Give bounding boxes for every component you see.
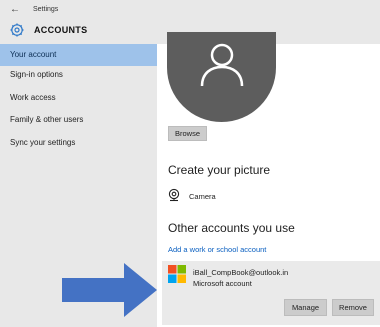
account-email: iBall_CompBook@outlook.in	[193, 268, 289, 277]
browse-button[interactable]: Browse	[168, 126, 207, 141]
sidebar-item-sync-settings[interactable]: Sync your settings	[0, 132, 157, 154]
back-arrow-icon[interactable]: ←	[10, 4, 20, 15]
sidebar-item-family-other-users[interactable]: Family & other users	[0, 109, 157, 131]
manage-button[interactable]: Manage	[284, 299, 327, 316]
sidebar-item-sign-in-options[interactable]: Sign-in options	[0, 64, 157, 86]
other-accounts-heading: Other accounts you use	[168, 221, 295, 235]
sidebar-item-your-account[interactable]: Your account	[0, 44, 157, 66]
camera-label[interactable]: Camera	[189, 192, 216, 201]
camera-icon[interactable]	[167, 188, 181, 202]
gear-icon	[10, 23, 24, 37]
sidebar-item-work-access[interactable]: Work access	[0, 87, 157, 109]
account-type: Microsoft account	[193, 279, 252, 288]
create-picture-heading: Create your picture	[168, 163, 271, 177]
remove-button[interactable]: Remove	[332, 299, 374, 316]
app-title: Settings	[33, 6, 59, 13]
microsoft-logo-icon	[168, 265, 186, 283]
user-silhouette-icon	[200, 43, 244, 87]
section-title: ACCOUNTS	[34, 25, 88, 35]
pointer-arrow-icon	[62, 263, 157, 317]
add-work-school-account-link[interactable]: Add a work or school account	[168, 245, 266, 254]
